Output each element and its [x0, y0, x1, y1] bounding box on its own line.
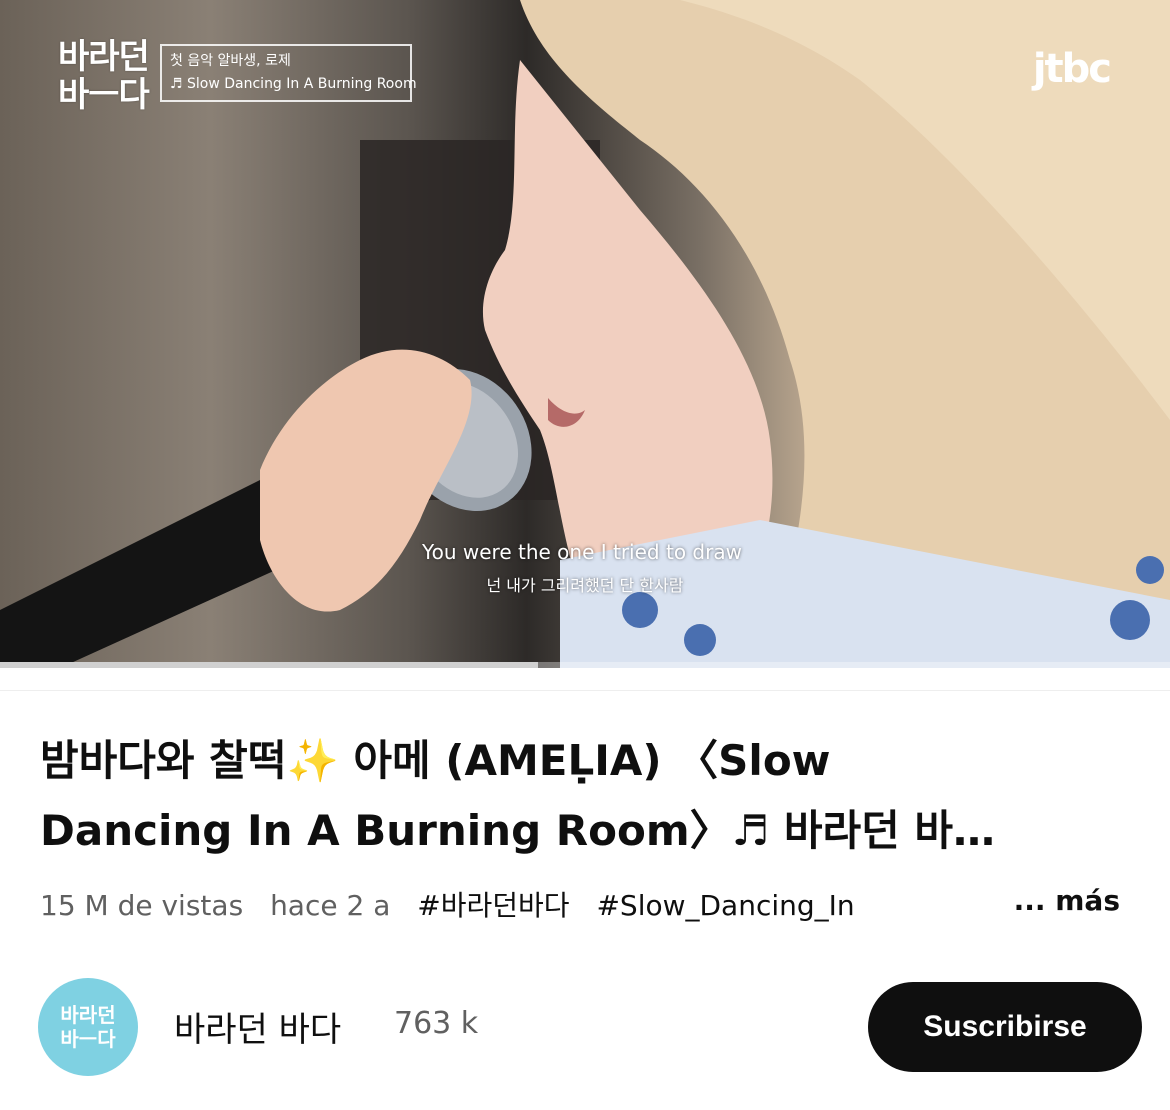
- channel-name[interactable]: 바라던 바다: [174, 1002, 341, 1051]
- video-meta[interactable]: 15 M de vistas hace 2 a #바라던바다 #Slow_Dan…: [40, 884, 1140, 928]
- subscribe-button[interactable]: Suscribirse: [868, 982, 1142, 1072]
- progress-fill: [0, 662, 539, 668]
- title-line-1: 밤바다와 찰떡✨ 아메 (AMEḶIA) 〈Slow: [40, 736, 831, 785]
- broadcaster-logo: jtbc: [1032, 46, 1112, 92]
- divider: [0, 690, 1170, 691]
- subscriber-count: 763 k: [394, 1006, 479, 1041]
- subtitle-english: You were the one I tried to draw: [422, 540, 742, 564]
- caption-line-2: ♬ Slow Dancing In A Burning Room: [170, 76, 417, 92]
- video-player[interactable]: 바라던 바ㅡ다 첫 음악 알바생, 로제 ♬ Slow Dancing In A…: [0, 0, 1170, 668]
- title-line-2: Dancing In A Burning Room〉♬ 바라던 바…: [40, 806, 996, 855]
- avatar[interactable]: 바라던 바ㅡ다: [38, 978, 138, 1076]
- channel-row: 바라던 바ㅡ다 바라던 바다 763 k Suscribirse: [38, 978, 1148, 1078]
- more-button[interactable]: ... más: [1005, 884, 1120, 917]
- view-count: 15 M de vistas: [40, 889, 244, 922]
- logo-line-2: 바ㅡ다: [58, 75, 150, 115]
- hashtag-link[interactable]: #Slow_Dancing_In: [596, 889, 854, 922]
- avatar-line-1: 바라던: [60, 1003, 116, 1027]
- upload-age: hace 2 a: [270, 889, 391, 922]
- progress-bar[interactable]: [0, 662, 1170, 668]
- hashtag-link[interactable]: #바라던바다: [417, 889, 569, 922]
- subtitle-korean: 넌 내가 그리려했던 단 한사람: [486, 576, 684, 595]
- video-title[interactable]: 밤바다와 찰떡✨ 아메 (AMEḶIA) 〈Slow Dancing In A …: [40, 726, 1130, 866]
- show-logo: 바라던 바ㅡ다: [58, 38, 158, 122]
- episode-caption: 첫 음악 알바생, 로제 ♬ Slow Dancing In A Burning…: [160, 44, 417, 102]
- avatar-line-2: 바ㅡ다: [60, 1027, 116, 1051]
- caption-line-1: 첫 음악 알바생, 로제: [170, 53, 291, 69]
- logo-line-1: 바라던: [58, 37, 150, 77]
